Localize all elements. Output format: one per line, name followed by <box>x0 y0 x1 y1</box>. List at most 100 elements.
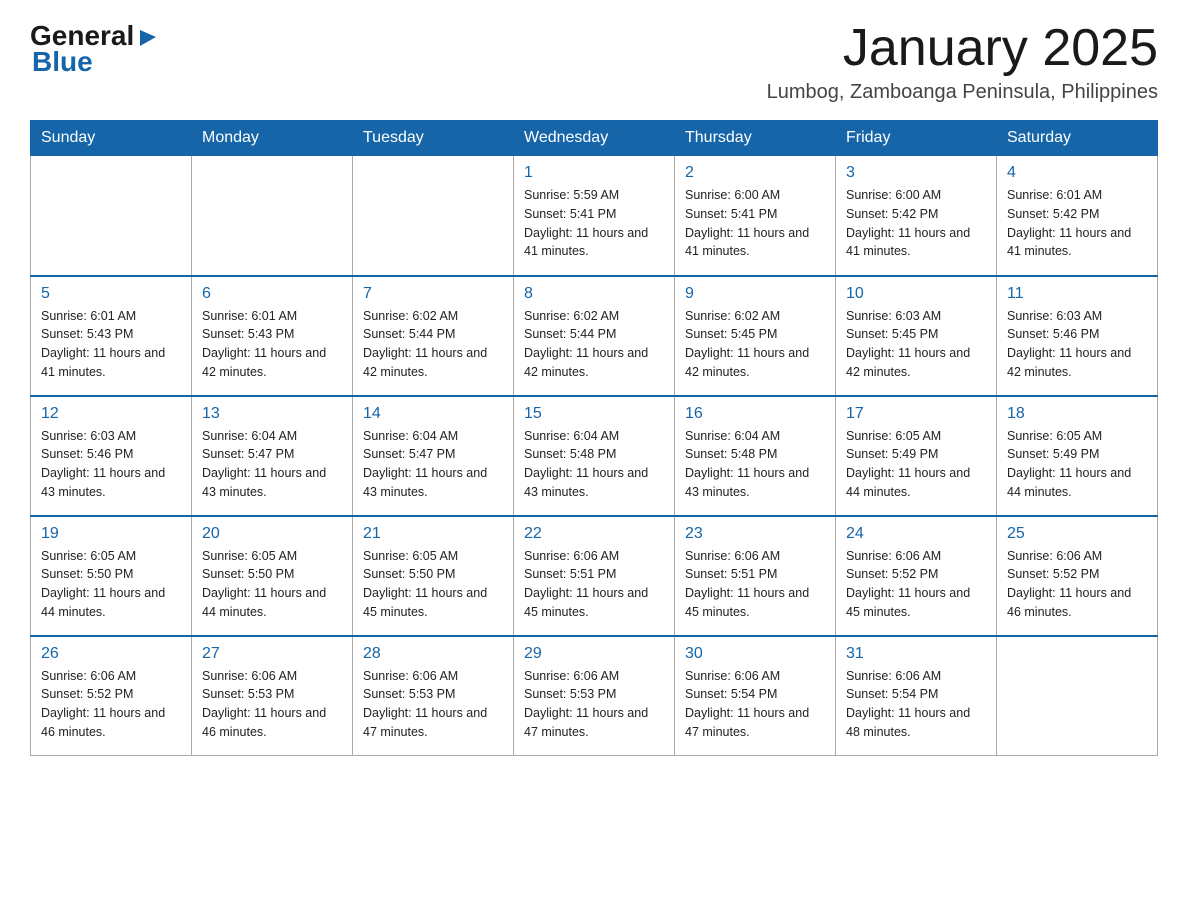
calendar-week-row: 5 Sunrise: 6:01 AM Sunset: 5:43 PM Daylig… <box>31 276 1158 396</box>
day-number: 17 <box>846 405 986 423</box>
day-info: Sunrise: 6:06 AM Sunset: 5:53 PM Dayligh… <box>363 667 503 742</box>
header-sunday: Sunday <box>31 121 192 156</box>
calendar-cell: 26 Sunrise: 6:06 AM Sunset: 5:52 PM Dayli… <box>31 636 192 756</box>
calendar-cell <box>192 156 353 276</box>
calendar-cell: 2 Sunrise: 6:00 AM Sunset: 5:41 PM Daylig… <box>675 156 836 276</box>
header-saturday: Saturday <box>997 121 1158 156</box>
calendar-cell: 8 Sunrise: 6:02 AM Sunset: 5:44 PM Daylig… <box>514 276 675 396</box>
day-info: Sunrise: 6:06 AM Sunset: 5:53 PM Dayligh… <box>202 667 342 742</box>
calendar-cell: 17 Sunrise: 6:05 AM Sunset: 5:49 PM Dayli… <box>836 396 997 516</box>
calendar-subtitle: Lumbog, Zamboanga Peninsula, Philippines <box>767 81 1158 104</box>
calendar-cell: 29Sunrise: 6:06 AM Sunset: 5:53 PM Dayli… <box>514 636 675 756</box>
calendar-cell: 16 Sunrise: 6:04 AM Sunset: 5:48 PM Dayli… <box>675 396 836 516</box>
calendar-cell: 30 Sunrise: 6:06 AM Sunset: 5:54 PM Dayli… <box>675 636 836 756</box>
day-info: Sunrise: 6:03 AM Sunset: 5:45 PM Dayligh… <box>846 307 986 382</box>
calendar-cell: 1 Sunrise: 5:59 AM Sunset: 5:41 PM Daylig… <box>514 156 675 276</box>
day-info: Sunrise: 6:01 AM Sunset: 5:43 PM Dayligh… <box>202 307 342 382</box>
day-info: Sunrise: 5:59 AM Sunset: 5:41 PM Dayligh… <box>524 186 664 261</box>
day-number: 28 <box>363 645 503 663</box>
day-info: Sunrise: 6:06 AM Sunset: 5:51 PM Dayligh… <box>685 547 825 622</box>
day-number: 10 <box>846 285 986 303</box>
day-number: 5 <box>41 285 181 303</box>
calendar-cell: 24 Sunrise: 6:06 AM Sunset: 5:52 PM Dayli… <box>836 516 997 636</box>
day-info: Sunrise: 6:06 AM Sunset: 5:52 PM Dayligh… <box>846 547 986 622</box>
day-info: Sunrise: 6:06 AM Sunset: 5:51 PM Dayligh… <box>524 547 664 622</box>
title-block: January 2025 Lumbog, Zamboanga Peninsula… <box>767 20 1158 104</box>
day-info: Sunrise: 6:05 AM Sunset: 5:50 PM Dayligh… <box>41 547 181 622</box>
calendar-cell: 3 Sunrise: 6:00 AM Sunset: 5:42 PM Daylig… <box>836 156 997 276</box>
calendar-header-row: Sunday Monday Tuesday Wednesday Thursday… <box>31 121 1158 156</box>
header-wednesday: Wednesday <box>514 121 675 156</box>
day-number: 15 <box>524 405 664 423</box>
day-number: 12 <box>41 405 181 423</box>
day-number: 7 <box>363 285 503 303</box>
header-monday: Monday <box>192 121 353 156</box>
day-number: 13 <box>202 405 342 423</box>
day-info: Sunrise: 6:03 AM Sunset: 5:46 PM Dayligh… <box>41 427 181 502</box>
calendar-cell: 31 Sunrise: 6:06 AM Sunset: 5:54 PM Dayli… <box>836 636 997 756</box>
calendar-cell: 28 Sunrise: 6:06 AM Sunset: 5:53 PM Dayli… <box>353 636 514 756</box>
calendar-title: January 2025 <box>767 20 1158 77</box>
calendar-cell: 18Sunrise: 6:05 AM Sunset: 5:49 PM Dayli… <box>997 396 1158 516</box>
calendar-cell: 25 Sunrise: 6:06 AM Sunset: 5:52 PM Dayli… <box>997 516 1158 636</box>
calendar-week-row: 19Sunrise: 6:05 AM Sunset: 5:50 PM Dayli… <box>31 516 1158 636</box>
day-info: Sunrise: 6:06 AM Sunset: 5:52 PM Dayligh… <box>1007 547 1147 622</box>
calendar-cell: 23Sunrise: 6:06 AM Sunset: 5:51 PM Dayli… <box>675 516 836 636</box>
calendar-cell <box>353 156 514 276</box>
calendar-cell: 10 Sunrise: 6:03 AM Sunset: 5:45 PM Dayli… <box>836 276 997 396</box>
day-number: 6 <box>202 285 342 303</box>
day-number: 26 <box>41 645 181 663</box>
day-number: 22 <box>524 525 664 543</box>
calendar-week-row: 26 Sunrise: 6:06 AM Sunset: 5:52 PM Dayli… <box>31 636 1158 756</box>
day-info: Sunrise: 6:02 AM Sunset: 5:44 PM Dayligh… <box>363 307 503 382</box>
day-info: Sunrise: 6:06 AM Sunset: 5:52 PM Dayligh… <box>41 667 181 742</box>
day-number: 2 <box>685 164 825 182</box>
day-number: 30 <box>685 645 825 663</box>
logo: General Blue <box>30 20 158 78</box>
day-info: Sunrise: 6:02 AM Sunset: 5:45 PM Dayligh… <box>685 307 825 382</box>
calendar-cell: 27Sunrise: 6:06 AM Sunset: 5:53 PM Dayli… <box>192 636 353 756</box>
day-info: Sunrise: 6:05 AM Sunset: 5:50 PM Dayligh… <box>363 547 503 622</box>
day-number: 1 <box>524 164 664 182</box>
day-info: Sunrise: 6:06 AM Sunset: 5:54 PM Dayligh… <box>685 667 825 742</box>
day-number: 20 <box>202 525 342 543</box>
calendar-cell: 22 Sunrise: 6:06 AM Sunset: 5:51 PM Dayli… <box>514 516 675 636</box>
day-number: 31 <box>846 645 986 663</box>
day-info: Sunrise: 6:03 AM Sunset: 5:46 PM Dayligh… <box>1007 307 1147 382</box>
logo-triangle-icon <box>136 26 158 48</box>
day-number: 4 <box>1007 164 1147 182</box>
header-thursday: Thursday <box>675 121 836 156</box>
header-friday: Friday <box>836 121 997 156</box>
calendar-cell: 4Sunrise: 6:01 AM Sunset: 5:42 PM Daylig… <box>997 156 1158 276</box>
calendar-cell: 9 Sunrise: 6:02 AM Sunset: 5:45 PM Daylig… <box>675 276 836 396</box>
calendar-week-row: 1 Sunrise: 5:59 AM Sunset: 5:41 PM Daylig… <box>31 156 1158 276</box>
day-number: 3 <box>846 164 986 182</box>
day-number: 14 <box>363 405 503 423</box>
day-info: Sunrise: 6:06 AM Sunset: 5:53 PM Dayligh… <box>524 667 664 742</box>
calendar-week-row: 12 Sunrise: 6:03 AM Sunset: 5:46 PM Dayli… <box>31 396 1158 516</box>
calendar-cell: 11 Sunrise: 6:03 AM Sunset: 5:46 PM Dayli… <box>997 276 1158 396</box>
calendar-cell: 20Sunrise: 6:05 AM Sunset: 5:50 PM Dayli… <box>192 516 353 636</box>
day-number: 24 <box>846 525 986 543</box>
day-number: 9 <box>685 285 825 303</box>
day-info: Sunrise: 6:06 AM Sunset: 5:54 PM Dayligh… <box>846 667 986 742</box>
calendar-cell: 13Sunrise: 6:04 AM Sunset: 5:47 PM Dayli… <box>192 396 353 516</box>
calendar-cell <box>997 636 1158 756</box>
day-number: 8 <box>524 285 664 303</box>
day-info: Sunrise: 6:05 AM Sunset: 5:49 PM Dayligh… <box>1007 427 1147 502</box>
calendar-cell <box>31 156 192 276</box>
day-info: Sunrise: 6:04 AM Sunset: 5:47 PM Dayligh… <box>363 427 503 502</box>
day-info: Sunrise: 6:05 AM Sunset: 5:49 PM Dayligh… <box>846 427 986 502</box>
calendar-cell: 14 Sunrise: 6:04 AM Sunset: 5:47 PM Dayli… <box>353 396 514 516</box>
calendar-cell: 6 Sunrise: 6:01 AM Sunset: 5:43 PM Daylig… <box>192 276 353 396</box>
calendar-cell: 21Sunrise: 6:05 AM Sunset: 5:50 PM Dayli… <box>353 516 514 636</box>
day-number: 25 <box>1007 525 1147 543</box>
day-info: Sunrise: 6:00 AM Sunset: 5:41 PM Dayligh… <box>685 186 825 261</box>
day-info: Sunrise: 6:02 AM Sunset: 5:44 PM Dayligh… <box>524 307 664 382</box>
day-number: 11 <box>1007 285 1147 303</box>
day-info: Sunrise: 6:04 AM Sunset: 5:48 PM Dayligh… <box>685 427 825 502</box>
day-info: Sunrise: 6:01 AM Sunset: 5:43 PM Dayligh… <box>41 307 181 382</box>
day-info: Sunrise: 6:00 AM Sunset: 5:42 PM Dayligh… <box>846 186 986 261</box>
day-number: 16 <box>685 405 825 423</box>
calendar-cell: 7 Sunrise: 6:02 AM Sunset: 5:44 PM Daylig… <box>353 276 514 396</box>
